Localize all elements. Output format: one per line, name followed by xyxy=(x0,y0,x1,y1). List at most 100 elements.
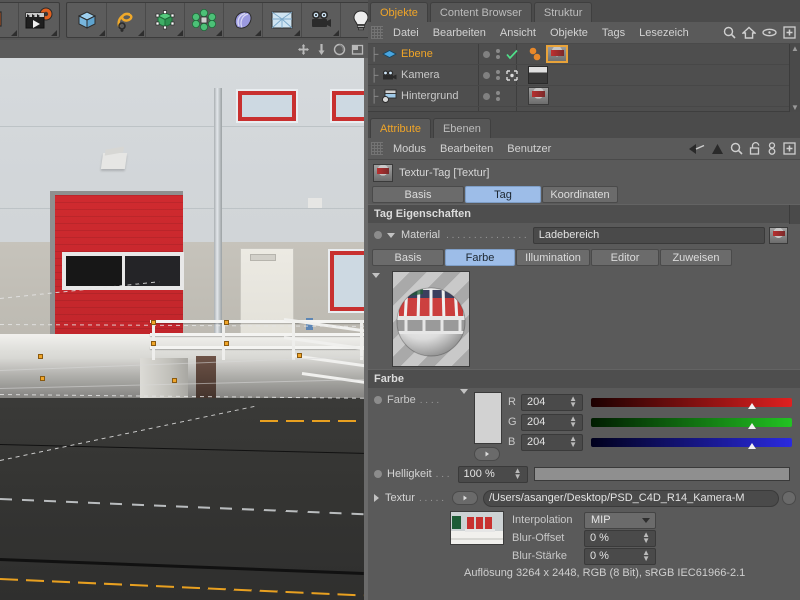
channel-input-r[interactable]: 204 ▲▼ xyxy=(521,394,583,411)
panel-grip-icon[interactable] xyxy=(371,26,383,39)
menu-modus[interactable]: Modus xyxy=(386,138,433,160)
chevron-right-icon[interactable] xyxy=(374,494,379,502)
menu-datei[interactable]: Datei xyxy=(386,22,426,44)
object-manager-list[interactable]: ├ Ebene xyxy=(368,44,800,112)
stepper-icon[interactable]: ▲▼ xyxy=(569,396,577,408)
camera-icon[interactable] xyxy=(302,3,341,37)
nurbs-icon[interactable] xyxy=(146,3,185,37)
brightness-input[interactable]: 100 % ▲▼ xyxy=(458,466,528,483)
tab-content-browser[interactable]: Content Browser xyxy=(430,2,532,22)
stepper-icon[interactable]: ▲▼ xyxy=(569,436,577,448)
tab-objekte[interactable]: Objekte xyxy=(370,2,428,22)
object-row-hintergrund[interactable]: ├ Hintergrund xyxy=(368,86,800,107)
mattab-illumination[interactable]: Illumination xyxy=(516,249,590,266)
object-tags[interactable] xyxy=(528,87,549,105)
material-thumbnail-icon[interactable] xyxy=(769,227,788,244)
interpolation-select[interactable]: MIP xyxy=(584,512,656,529)
up-arrow-icon[interactable] xyxy=(711,143,724,155)
channel-input-g[interactable]: 204 ▲▼ xyxy=(521,414,583,431)
menu-bearbeiten[interactable]: Bearbeiten xyxy=(433,138,500,160)
slider-b[interactable] xyxy=(591,438,792,447)
menu-bearbeiten[interactable]: Bearbeiten xyxy=(426,22,493,44)
param-bullet-icon[interactable] xyxy=(374,231,382,239)
move-icon[interactable] xyxy=(297,43,310,56)
stepper-icon[interactable]: ▲▼ xyxy=(642,550,650,562)
object-visibility-dots[interactable] xyxy=(483,91,500,101)
spline-icon[interactable] xyxy=(107,3,146,37)
stepper-icon[interactable]: ▲▼ xyxy=(642,532,650,544)
cube-primitive-icon[interactable] xyxy=(68,3,107,37)
guide-point[interactable] xyxy=(40,376,45,381)
search-icon[interactable] xyxy=(730,142,743,155)
object-tags[interactable] xyxy=(528,45,568,63)
guide-point[interactable] xyxy=(224,341,229,346)
menu-benutzer[interactable]: Benutzer xyxy=(500,138,558,160)
deformer-icon[interactable] xyxy=(224,3,263,37)
menu-lesezeichen[interactable]: Lesezeich xyxy=(632,22,696,44)
object-visibility-dots[interactable] xyxy=(483,49,518,60)
undo-redo-icon[interactable] xyxy=(0,3,19,37)
menu-tags[interactable]: Tags xyxy=(595,22,632,44)
slider-r[interactable] xyxy=(591,398,792,407)
panel-grip-icon[interactable] xyxy=(371,142,383,155)
tab-struktur[interactable]: Struktur xyxy=(534,2,593,22)
maximize-icon[interactable] xyxy=(351,43,364,56)
floor-environment-icon[interactable] xyxy=(263,3,302,37)
blur-strength-input[interactable]: 0 % ▲▼ xyxy=(584,548,656,565)
param-bullet-icon[interactable] xyxy=(374,396,382,404)
mattab-basis[interactable]: Basis xyxy=(372,249,444,266)
menu-ansicht[interactable]: Ansicht xyxy=(493,22,543,44)
plus-icon[interactable] xyxy=(783,26,796,39)
stepper-icon[interactable]: ▲▼ xyxy=(569,416,577,428)
guide-point[interactable] xyxy=(38,354,43,359)
object-visibility-dots[interactable] xyxy=(483,70,518,81)
object-manager-scrollbar[interactable]: ▲ ▼ xyxy=(789,44,800,112)
viewport[interactable] xyxy=(0,40,368,600)
material-field[interactable]: Ladebereich xyxy=(533,227,765,244)
param-bullet-icon[interactable] xyxy=(374,470,382,478)
plus-icon[interactable] xyxy=(783,142,796,155)
object-tags[interactable] xyxy=(528,66,548,84)
dolly-icon[interactable] xyxy=(315,43,328,56)
texture-thumbnail[interactable] xyxy=(450,511,504,545)
mattab-farbe[interactable]: Farbe xyxy=(445,249,515,266)
color-swatch[interactable] xyxy=(474,392,502,444)
material-preview[interactable] xyxy=(392,271,470,367)
guide-point[interactable] xyxy=(297,353,302,358)
texture-play-button[interactable] xyxy=(452,491,478,505)
subtab-basis[interactable]: Basis xyxy=(372,186,464,203)
menu-objekte[interactable]: Objekte xyxy=(543,22,595,44)
stepper-icon[interactable]: ▲▼ xyxy=(514,468,522,480)
channel-input-b[interactable]: 204 ▲▼ xyxy=(521,434,583,451)
material-tag-icon[interactable] xyxy=(528,87,549,105)
dot-tag-icon[interactable] xyxy=(528,46,544,63)
tab-attribute[interactable]: Attribute xyxy=(370,118,431,138)
chevron-down-icon[interactable] xyxy=(372,273,380,278)
search-icon[interactable] xyxy=(723,26,736,39)
render-tag-icon[interactable] xyxy=(528,66,548,84)
attribute-scrollbar[interactable] xyxy=(789,205,800,224)
chevron-down-icon[interactable] xyxy=(642,518,650,523)
viewport-canvas[interactable] xyxy=(0,58,364,600)
tab-ebenen[interactable]: Ebenen xyxy=(433,118,491,138)
guide-point[interactable] xyxy=(172,378,177,383)
material-tag-icon[interactable] xyxy=(546,45,568,63)
render-view-icon[interactable] xyxy=(19,3,58,37)
blur-offset-input[interactable]: 0 % ▲▼ xyxy=(584,530,656,547)
subtab-tag[interactable]: Tag xyxy=(465,186,541,203)
link-icon[interactable] xyxy=(767,142,777,155)
scroll-up-arrow[interactable]: ▲ xyxy=(790,44,800,53)
guide-point[interactable] xyxy=(151,341,156,346)
rotate-icon[interactable] xyxy=(333,43,346,56)
color-expand-button[interactable] xyxy=(474,447,500,461)
object-row-kamera[interactable]: ├ Kamera xyxy=(368,65,800,86)
subtab-koordinaten[interactable]: Koordinaten xyxy=(542,186,618,203)
back-arrow-icon[interactable] xyxy=(688,143,705,155)
scroll-down-arrow[interactable]: ▼ xyxy=(790,103,800,112)
array-icon[interactable] xyxy=(185,3,224,37)
object-row-ebene[interactable]: ├ Ebene xyxy=(368,44,800,65)
brightness-slider[interactable] xyxy=(534,467,790,481)
guide-point[interactable] xyxy=(224,320,229,325)
slider-g[interactable] xyxy=(591,418,792,427)
mattab-editor[interactable]: Editor xyxy=(591,249,659,266)
